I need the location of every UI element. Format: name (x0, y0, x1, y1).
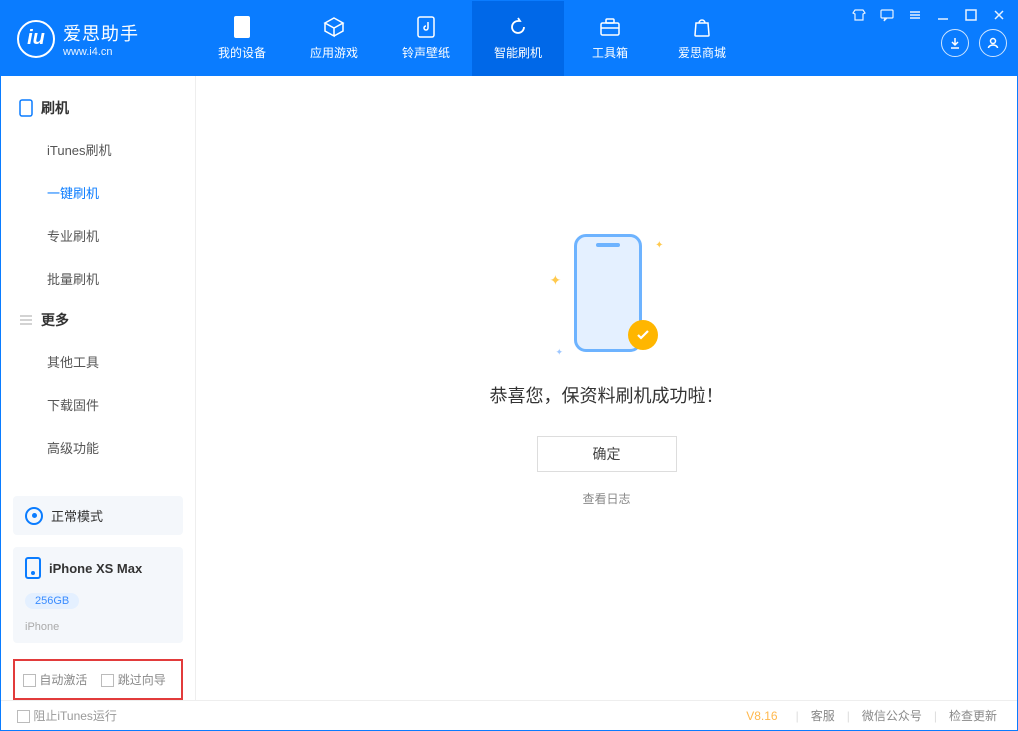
refresh-icon (507, 16, 529, 38)
sidebar-item-itunes-flash[interactable]: iTunes刷机 (39, 128, 195, 171)
menu-icon[interactable] (907, 7, 923, 23)
success-illustration: ✦ ✦ ✦ (542, 230, 672, 360)
block-itunes-checkbox[interactable]: 阻止iTunes运行 (17, 707, 117, 724)
view-log-link[interactable]: 查看日志 (582, 490, 630, 507)
phone-outline-icon (19, 99, 33, 117)
success-message: 恭喜您，保资料刷机成功啦！ (490, 382, 724, 408)
device-icon (231, 16, 253, 38)
sidebar-item-advanced[interactable]: 高级功能 (39, 426, 195, 469)
skin-icon[interactable] (851, 7, 867, 23)
version-label: V8.16 (746, 709, 777, 723)
sidebar-item-download-firmware[interactable]: 下载固件 (39, 383, 195, 426)
sidebar-item-pro-flash[interactable]: 专业刷机 (39, 214, 195, 257)
flash-options-box: 自动激活 跳过向导 (13, 659, 183, 700)
bag-icon (691, 16, 713, 38)
device-capacity: 256GB (25, 593, 79, 609)
user-button[interactable] (979, 29, 1007, 57)
maximize-icon[interactable] (963, 7, 979, 23)
sidebar-item-oneclick-flash[interactable]: 一键刷机 (39, 171, 195, 214)
close-icon[interactable] (991, 7, 1007, 23)
skip-setup-checkbox[interactable]: 跳过向导 (101, 671, 165, 688)
list-icon (19, 313, 33, 327)
nav-my-device[interactable]: 我的设备 (196, 1, 288, 76)
toolbox-icon (599, 16, 621, 38)
auto-activate-checkbox[interactable]: 自动激活 (23, 671, 87, 688)
status-dot-icon (25, 507, 43, 525)
app-subtitle: www.i4.cn (63, 46, 139, 58)
device-type: iPhone (25, 621, 59, 633)
footer-wechat-link[interactable]: 微信公众号 (858, 707, 926, 724)
device-mode-status[interactable]: 正常模式 (13, 496, 183, 535)
app-title: 爱思助手 (63, 20, 139, 46)
sidebar-item-batch-flash[interactable]: 批量刷机 (39, 257, 195, 300)
sparkle-icon: ✦ (556, 347, 564, 358)
nav-ringtones-wallpapers[interactable]: 铃声壁纸 (380, 1, 472, 76)
logo-icon: iu (17, 20, 55, 58)
nav-store[interactable]: 爱思商城 (656, 1, 748, 76)
footer-check-update-link[interactable]: 检查更新 (945, 707, 1001, 724)
sidebar-section-flash: 刷机 (1, 88, 195, 128)
download-button[interactable] (941, 29, 969, 57)
cube-icon (323, 16, 345, 38)
nav-smart-flash[interactable]: 智能刷机 (472, 1, 564, 76)
check-badge-icon (628, 320, 658, 350)
minimize-icon[interactable] (935, 7, 951, 23)
music-icon (415, 16, 437, 38)
device-name: iPhone XS Max (49, 561, 142, 576)
connected-device-card[interactable]: iPhone XS Max 256GB iPhone (13, 547, 183, 643)
feedback-icon[interactable] (879, 7, 895, 23)
phone-icon (25, 557, 41, 579)
sparkle-icon: ✦ (655, 240, 663, 251)
sparkle-icon: ✦ (550, 272, 562, 289)
app-logo: iu 爱思助手 www.i4.cn (1, 1, 196, 76)
sidebar-section-more: 更多 (1, 300, 195, 340)
sidebar-item-other-tools[interactable]: 其他工具 (39, 340, 195, 383)
nav-apps-games[interactable]: 应用游戏 (288, 1, 380, 76)
ok-button[interactable]: 确定 (537, 436, 677, 472)
nav-toolbox[interactable]: 工具箱 (564, 1, 656, 76)
footer-support-link[interactable]: 客服 (807, 707, 839, 724)
